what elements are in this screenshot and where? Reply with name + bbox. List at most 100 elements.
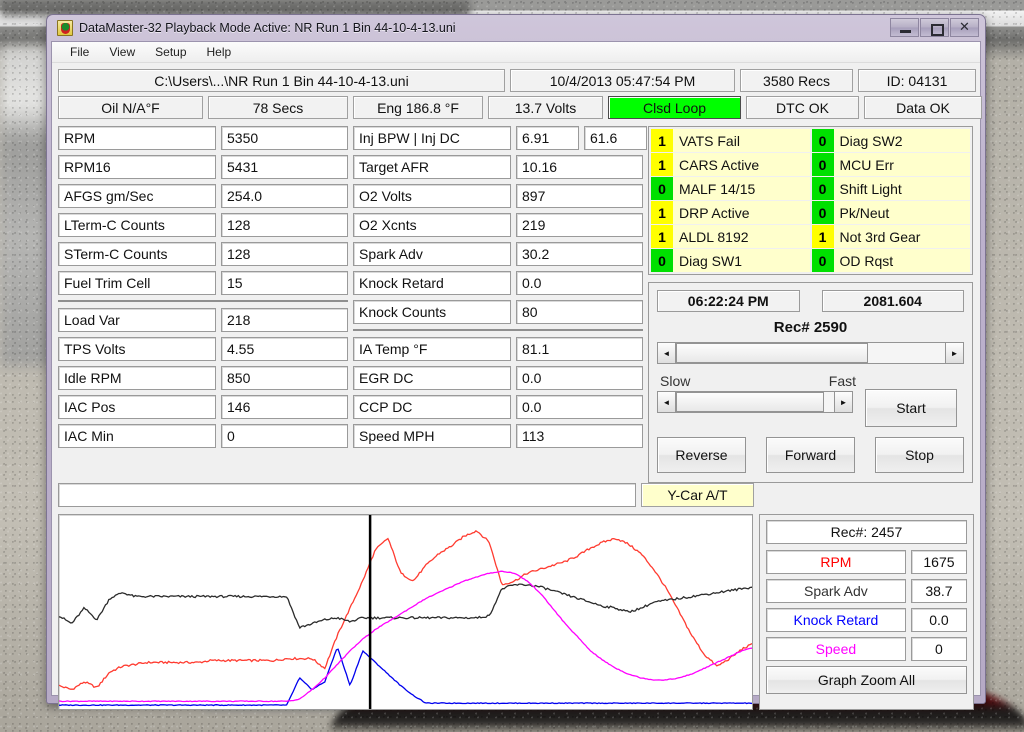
indicator-row: 1 DRP Active [651, 201, 810, 224]
legend-series-name[interactable]: Knock Retard [765, 608, 906, 632]
message-field[interactable] [58, 483, 636, 507]
menu-item-view[interactable]: View [99, 44, 145, 60]
indicator-label: Diag SW1 [673, 249, 810, 272]
window-client-area: File View Setup Help C:\Users\...\NR Run… [51, 41, 982, 710]
parameter-value: 6.91 [516, 126, 579, 150]
legend-row[interactable]: Knock Retard 0.0 [765, 608, 967, 632]
indicator-row: 0 Diag SW1 [651, 249, 810, 272]
position-track[interactable] [676, 342, 945, 364]
legend-rows: RPM 1675 Spark Adv 38.7 Knock Retard 0.0 Speed… [765, 550, 967, 661]
application-window: DataMaster-32 Playback Mode Active: NR R… [46, 14, 986, 710]
main-body: RPM 5350 RPM16 5431 AFGS gm/Sec 254.0 LTerm-C … [52, 119, 980, 483]
speed-and-start-row: ◄ ► Start [657, 389, 964, 427]
car-type-badge: Y-Car A/T [641, 483, 754, 507]
indicator-label: Pk/Neut [833, 201, 970, 224]
speed-thumb[interactable] [676, 392, 824, 412]
indicator-bit: 0 [811, 249, 834, 272]
left-parameter-column: RPM 5350 RPM16 5431 AFGS gm/Sec 254.0 LTerm-C … [58, 126, 348, 483]
parameter-label: Load Var [58, 308, 216, 332]
parameter-label: Target AFR [353, 155, 511, 179]
parameter-row: IAC Pos 146 [58, 395, 348, 419]
parameter-value: 254.0 [221, 184, 348, 208]
legend-row[interactable]: Spark Adv 38.7 [765, 579, 967, 603]
graph-zoom-all-button[interactable]: Graph Zoom All [765, 666, 967, 694]
legend-series-name[interactable]: Speed [765, 637, 906, 661]
indicator-bit: 1 [651, 129, 673, 152]
indicator-label: MALF 14/15 [673, 177, 810, 200]
parameter-label: Knock Counts [353, 300, 511, 324]
legend-series-name[interactable]: RPM [765, 550, 906, 574]
indicator-row: 1 VATS Fail [651, 129, 810, 152]
parameter-label: IAC Pos [58, 395, 216, 419]
legend-series-value: 0 [910, 637, 967, 661]
speed-scrollbar[interactable]: ◄ ► [657, 391, 853, 413]
speed-range-labels: Slow Fast [660, 373, 856, 389]
vehicle-id-field: ID: 04131 [858, 69, 976, 92]
indicator-label: OD Rqst [833, 249, 970, 272]
graph-legend-panel: Rec#: 2457 RPM 1675 Spark Adv 38.7 Knock Ret… [758, 514, 974, 710]
menu-item-help[interactable]: Help [197, 44, 242, 60]
parameter-row: TPS Volts 4.55 [58, 337, 348, 361]
forward-button[interactable]: Forward [766, 437, 855, 473]
position-scrollbar[interactable]: ◄ ► [657, 342, 964, 364]
status-indicator-panel: 1 VATS Fail 1 CARS Active 0 MALF 14/15 1 DRP Ac… [648, 126, 973, 275]
indicator-label: CARS Active [673, 153, 810, 176]
legend-series-name[interactable]: Spark Adv [765, 579, 906, 603]
timestamp-field: 10/4/2013 05:47:54 PM [510, 69, 735, 92]
oil-temp-field: Oil N/A°F [58, 96, 203, 119]
parameter-value: 0.0 [516, 395, 643, 419]
parameter-label: CCP DC [353, 395, 511, 419]
indicator-bit: 1 [651, 201, 673, 224]
parameter-value: 0 [221, 424, 348, 448]
parameter-value: 0.0 [516, 366, 643, 390]
indicator-column-right: 0 Diag SW2 0 MCU Err 0 Shift Light 0 Pk/Neut 1 No… [811, 129, 970, 272]
speed-decrease-icon[interactable]: ◄ [657, 391, 676, 413]
parameter-row: IA Temp °F 81.1 [353, 337, 643, 361]
indicator-bit: 0 [811, 177, 834, 200]
legend-row[interactable]: Speed 0 [765, 637, 967, 661]
legend-row[interactable]: RPM 1675 [765, 550, 967, 574]
indicator-bit: 0 [811, 201, 834, 224]
trace-graph[interactable] [58, 514, 753, 710]
parameter-value: 4.55 [221, 337, 348, 361]
indicator-row: 1 CARS Active [651, 153, 810, 176]
close-button[interactable] [950, 18, 979, 37]
trace-rpm [59, 531, 753, 689]
indicator-row: 0 MALF 14/15 [651, 177, 810, 200]
menu-item-file[interactable]: File [60, 44, 99, 60]
scroll-left-icon[interactable]: ◄ [657, 342, 676, 364]
middle-parameter-group-1: Inj BPW | Inj DC 6.91 61.6 Target AFR 10.16 O… [353, 126, 647, 324]
speed-increase-icon[interactable]: ► [834, 391, 853, 413]
menu-item-setup[interactable]: Setup [145, 44, 196, 60]
parameter-value: 80 [516, 300, 643, 324]
indicator-bit: 0 [811, 129, 834, 152]
parameter-value: 0.0 [516, 271, 643, 295]
parameter-value: 5350 [221, 126, 348, 150]
speed-track[interactable] [676, 391, 834, 413]
indicator-row: 0 Shift Light [811, 177, 970, 200]
indicator-bit: 1 [651, 225, 673, 248]
window-controls [890, 18, 979, 37]
parameter-label: Idle RPM [58, 366, 216, 390]
minimize-button[interactable] [890, 18, 919, 37]
title-bar[interactable]: DataMaster-32 Playback Mode Active: NR R… [51, 15, 981, 41]
window-title: DataMaster-32 Playback Mode Active: NR R… [79, 21, 456, 35]
parameter-label: AFGS gm/Sec [58, 184, 216, 208]
reverse-button[interactable]: Reverse [657, 437, 746, 473]
maximize-button[interactable] [920, 18, 949, 37]
parameter-row: Fuel Trim Cell 15 [58, 271, 348, 295]
stop-button[interactable]: Stop [875, 437, 964, 473]
start-button[interactable]: Start [865, 389, 957, 427]
position-thumb[interactable] [676, 343, 868, 363]
parameter-value: 850 [221, 366, 348, 390]
data-status-field: Data OK [864, 96, 982, 119]
graph-canvas [59, 515, 753, 709]
parameter-label: RPM [58, 126, 216, 150]
left-parameter-group-1: RPM 5350 RPM16 5431 AFGS gm/Sec 254.0 LTerm-C … [58, 126, 348, 295]
legend-series-value: 38.7 [910, 579, 967, 603]
dtc-status-field: DTC OK [746, 96, 859, 119]
right-column: 1 VATS Fail 1 CARS Active 0 MALF 14/15 1 DRP Ac… [648, 126, 973, 483]
status-row-top: C:\Users\...\NR Run 1 Bin 44-10-4-13.uni… [52, 69, 980, 92]
parameter-value: 10.16 [516, 155, 643, 179]
scroll-right-icon[interactable]: ► [945, 342, 964, 364]
